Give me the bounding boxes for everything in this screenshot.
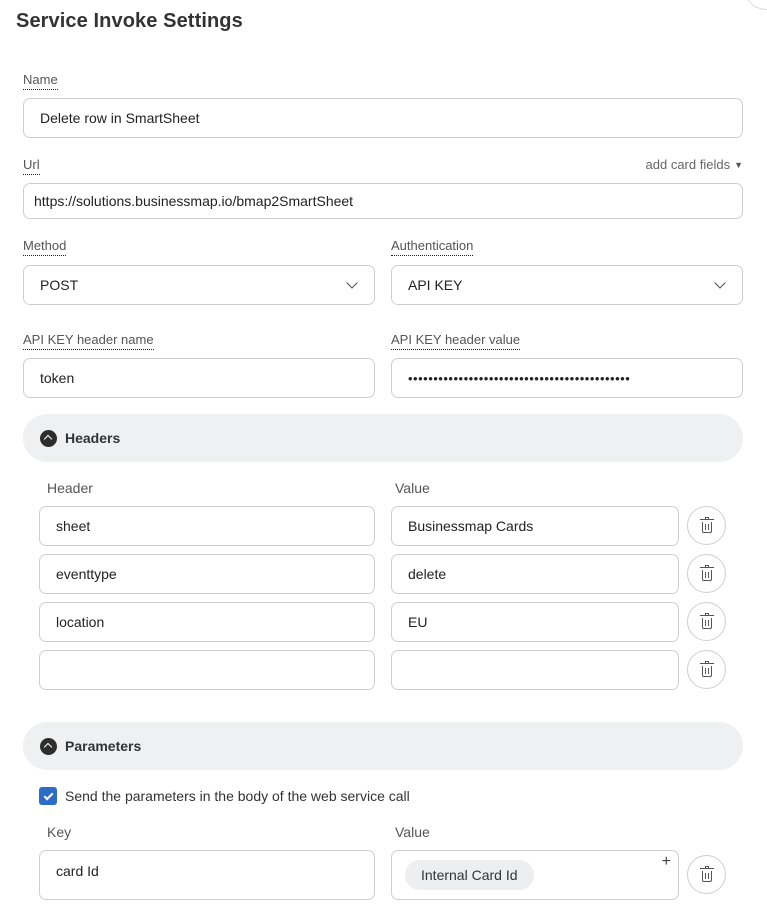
name-label: Name [23, 72, 58, 90]
name-value: Delete row in SmartSheet [40, 110, 200, 126]
name-input[interactable]: Delete row in SmartSheet [23, 98, 743, 138]
header-key-input[interactable]: sheet [39, 506, 375, 546]
chevron-down-icon [346, 277, 358, 289]
delete-header-button[interactable] [687, 506, 726, 545]
chevron-up-circle-icon[interactable] [40, 737, 57, 755]
send-in-body-label[interactable]: Send the parameters in the body of the w… [65, 788, 410, 804]
delete-header-button[interactable] [687, 554, 726, 593]
api-key-header-value-masked: ••••••••••••••••••••••••••••••••••••••••… [408, 370, 631, 386]
chevron-up-circle-icon[interactable] [40, 429, 57, 447]
api-key-header-value-input[interactable]: ••••••••••••••••••••••••••••••••••••••••… [391, 358, 743, 398]
header-key-input[interactable]: location [39, 602, 375, 642]
api-key-header-name-input[interactable]: token [23, 358, 375, 398]
add-card-fields-link[interactable]: add card fields ▼ [646, 157, 743, 172]
header-value-value: Businessmap Cards [408, 518, 534, 534]
header-key-input[interactable]: eventtype [39, 554, 375, 594]
chevron-down-icon [714, 277, 726, 289]
api-key-header-name-label: API KEY header name [23, 332, 154, 350]
header-key-value: sheet [56, 518, 91, 534]
api-key-header-value-label: API KEY header value [391, 332, 521, 350]
parameter-value-input[interactable]: Internal Card Id + [391, 850, 679, 900]
header-value-value: EU [408, 614, 428, 630]
url-value: https://solutions.businessmap.io/bmap2Sm… [34, 193, 354, 209]
header-key-value: eventtype [56, 566, 117, 582]
authentication-label: Authentication [391, 238, 474, 256]
trash-icon [699, 564, 714, 581]
delete-header-button[interactable] [687, 602, 726, 641]
parameter-key-value: card Id [56, 863, 99, 879]
trash-icon [699, 516, 714, 533]
method-value: POST [40, 277, 79, 293]
headers-section-title: Headers [65, 430, 121, 446]
parameter-value-chip[interactable]: Internal Card Id [405, 860, 534, 890]
headers-col-header: Header [47, 480, 93, 496]
header-value-input[interactable]: Businessmap Cards [391, 506, 679, 546]
header-key-value: location [56, 614, 105, 630]
header-value-input[interactable]: delete [391, 554, 679, 594]
trash-icon [699, 660, 714, 677]
page-title: Service Invoke Settings [16, 10, 243, 32]
add-card-fields-label: add card fields [645, 157, 731, 172]
api-key-header-name-value: token [40, 370, 75, 386]
header-value-input[interactable] [391, 650, 679, 690]
parameters-col-value: Value [395, 824, 430, 840]
authentication-select[interactable]: API KEY [391, 265, 743, 305]
authentication-value: API KEY [408, 277, 463, 293]
parameters-col-key: Key [47, 824, 72, 840]
trash-icon [699, 865, 714, 882]
method-label: Method [23, 238, 67, 256]
header-key-input[interactable] [39, 650, 375, 690]
delete-parameter-button[interactable] [687, 855, 726, 894]
parameters-section-header[interactable]: Parameters [23, 722, 743, 770]
url-label: Url [23, 157, 40, 175]
send-in-body-checkbox[interactable] [39, 787, 57, 805]
caret-down-icon: ▼ [734, 159, 743, 170]
parameter-key-input[interactable]: card Id [39, 850, 375, 900]
url-input[interactable]: https://solutions.businessmap.io/bmap2Sm… [23, 183, 743, 219]
trash-icon [699, 612, 714, 629]
method-select[interactable]: POST [23, 265, 375, 305]
header-value-input[interactable]: EU [391, 602, 679, 642]
parameters-section-title: Parameters [65, 738, 142, 754]
headers-col-value: Value [395, 480, 430, 496]
plus-icon[interactable]: + [662, 853, 671, 871]
delete-header-button[interactable] [687, 650, 726, 689]
headers-section-header[interactable]: Headers [23, 414, 743, 462]
corner-decoration [747, 0, 767, 10]
checkmark-icon [43, 790, 53, 800]
header-value-value: delete [408, 566, 447, 582]
